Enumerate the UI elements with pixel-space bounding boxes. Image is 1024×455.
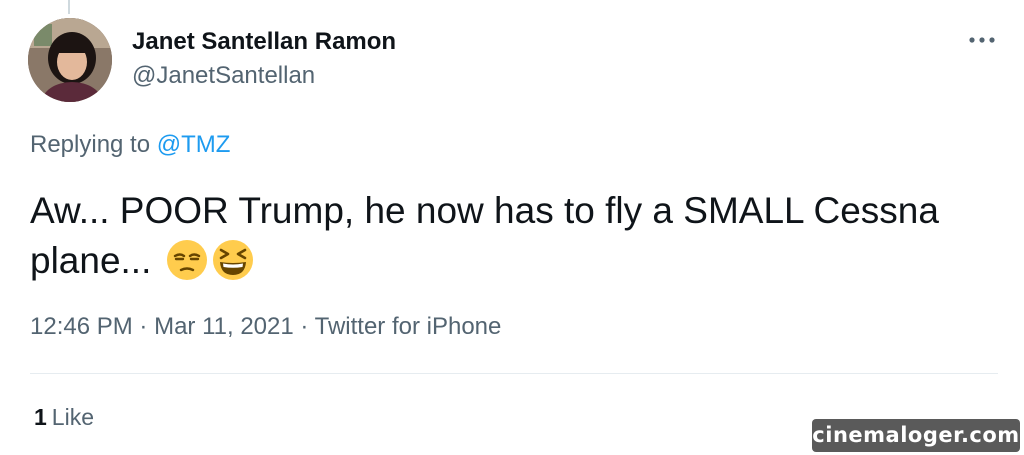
replying-to-line: Replying to @TMZ xyxy=(30,131,230,159)
tweet-meta: 12:46 PM · Mar 11, 2021 · Twitter for iP… xyxy=(30,313,501,341)
author-display-name[interactable]: Janet Santellan Ramon xyxy=(132,28,396,56)
tweet-text: Aw... POOR Trump, he now has to fly a SM… xyxy=(30,186,990,286)
thread-connector-line xyxy=(68,0,70,14)
unamused-face-emoji xyxy=(166,240,207,280)
reply-mention-link[interactable]: @TMZ xyxy=(157,131,231,158)
grinning-squinting-face-emoji xyxy=(212,240,253,280)
avatar[interactable] xyxy=(28,18,112,102)
meta-separator: · xyxy=(139,313,148,340)
replying-to-label: Replying to xyxy=(30,131,151,158)
tweet-source: Twitter for iPhone xyxy=(314,313,502,340)
likes-count-link[interactable]: 1 Like xyxy=(34,404,94,431)
likes-label: Like xyxy=(51,404,94,430)
avatar-photo xyxy=(28,18,112,102)
tweet-time[interactable]: 12:46 PM xyxy=(30,313,133,340)
tweet-date[interactable]: Mar 11, 2021 xyxy=(154,313,294,340)
likes-count: 1 xyxy=(34,404,47,430)
watermark: cinemaloger.com xyxy=(812,419,1020,452)
more-horizontal-icon[interactable] xyxy=(964,30,1000,50)
meta-separator: · xyxy=(300,313,309,340)
author-handle[interactable]: @JanetSantellan xyxy=(132,62,315,90)
divider xyxy=(30,373,998,374)
